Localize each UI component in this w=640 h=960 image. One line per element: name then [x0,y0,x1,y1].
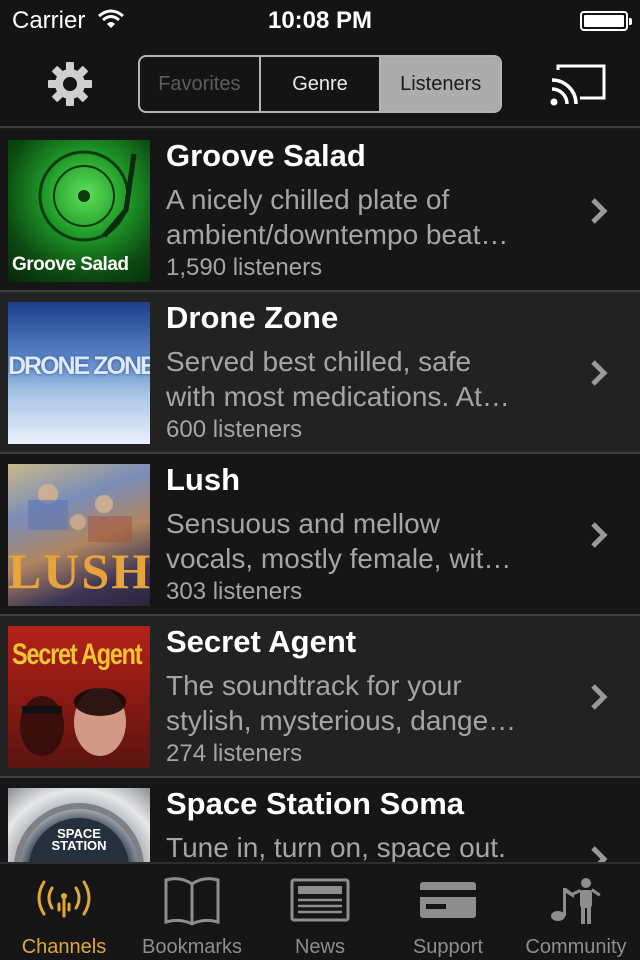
segment-favorites[interactable]: Favorites [140,57,261,111]
tab-label: Support [412,936,484,958]
tab-community[interactable]: Community [512,864,640,960]
channel-artwork: Groove Salad [8,140,150,282]
tab-label: Community [525,936,627,958]
channel-artwork: LUSH [8,464,150,606]
credit-card-icon [420,882,476,918]
tab-channels[interactable]: Channels [0,864,128,960]
artwork-caption: DRONE ZONE [8,352,150,380]
tab-news[interactable]: News [256,864,384,960]
channel-row-groove-salad[interactable]: Groove Salad Groove Salad A nicely chill… [0,130,640,292]
listener-count: 1,590 listeners [166,254,323,281]
channel-name: Groove Salad [166,138,366,173]
artwork-caption: SPACE STATION [51,826,107,853]
channel-description: Tune in, turn on, space out. [166,832,506,862]
tab-label: News [294,936,345,958]
channel-name: Space Station Soma [166,786,465,821]
gear-icon[interactable] [46,60,94,108]
battery-icon [580,11,632,31]
chevron-right-icon [591,522,608,548]
nav-bar: Favorites Genre Listeners [0,40,640,128]
sort-segmented-control: Favorites Genre Listeners [138,55,502,113]
tab-bookmarks[interactable]: Bookmarks [128,864,256,960]
chevron-right-icon [591,198,608,224]
channel-row-space-station-soma[interactable]: SPACE STATION Space Station Soma Tune in… [0,778,640,862]
tab-label: Channels [21,936,107,958]
channel-name: Secret Agent [166,624,357,659]
chevron-right-icon [591,360,608,386]
newspaper-icon [290,878,350,922]
channel-description: Sensuous and mellow vocals, mostly femal… [166,508,512,574]
listener-count: 274 listeners [166,740,303,767]
tab-support[interactable]: Support [384,864,512,960]
channel-row-secret-agent[interactable]: Secret Agent Secret Agent The soundtrack… [0,616,640,778]
segment-genre[interactable]: Genre [261,57,382,111]
artwork-caption: Groove Salad [12,254,129,275]
chevron-right-icon [591,684,608,710]
chevron-right-icon [591,846,608,862]
clock: 10:08 PM [267,7,373,34]
listener-count: 600 listeners [166,416,303,443]
cast-icon[interactable] [550,62,608,106]
channel-artwork: Secret Agent [8,626,150,768]
channel-name: Lush [166,462,241,497]
book-icon [164,877,220,926]
channel-artwork: DRONE ZONE [8,302,150,444]
segment-listeners[interactable]: Listeners [381,57,500,111]
tab-bar: Channels Bookmarks News Support Communit… [0,862,640,960]
channel-description: A nicely chilled plate of ambient/downte… [166,184,509,250]
broadcast-icon [37,880,91,918]
channel-name: Drone Zone [166,300,339,335]
status-bar: Carrier 10:08 PM [0,0,640,40]
channel-list[interactable]: Groove Salad Groove Salad A nicely chill… [0,130,640,862]
channel-description: Served best chilled, safe with most medi… [166,346,510,412]
community-icon [551,878,601,924]
channel-row-lush[interactable]: LUSH Lush Sensuous and mellow vocals, mo… [0,454,640,616]
artwork-caption: LUSH [8,543,150,599]
listener-count: 303 listeners [166,578,303,605]
channel-row-drone-zone[interactable]: DRONE ZONE Drone Zone Served best chille… [0,292,640,454]
channel-artwork: SPACE STATION [8,788,150,862]
tab-label: Bookmarks [141,936,243,958]
channel-description: The soundtrack for your stylish, mysteri… [166,670,517,736]
artwork-caption: Secret Agent [12,638,143,671]
